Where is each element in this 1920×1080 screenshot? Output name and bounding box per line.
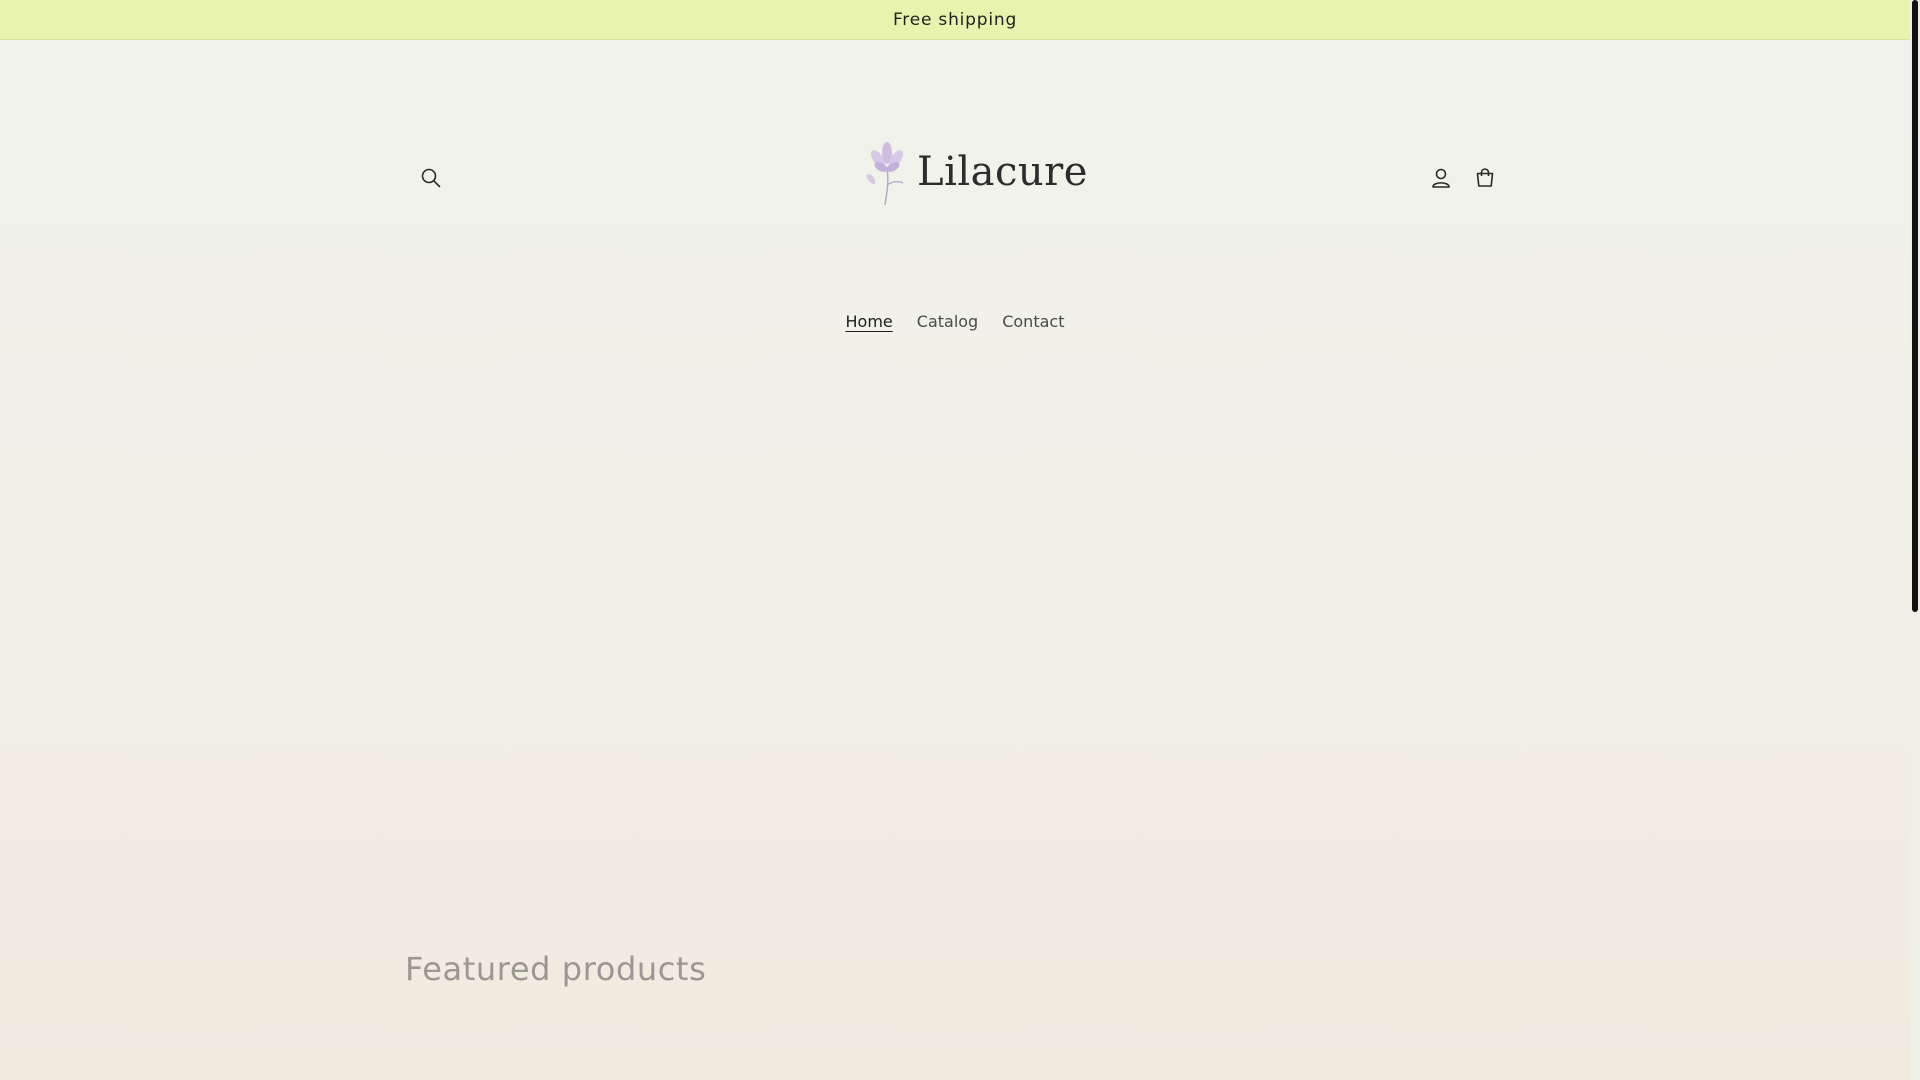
- page-scrollbar[interactable]: [1910, 0, 1920, 1080]
- search-icon: [421, 168, 441, 188]
- announcement-bar: Free shipping: [0, 0, 1910, 40]
- logo-text: Lilacure: [917, 149, 1088, 195]
- account-button[interactable]: [1421, 158, 1461, 198]
- main-navigation: Home Catalog Contact: [0, 312, 1910, 331]
- announcement-text: Free shipping: [892, 9, 1018, 30]
- cart-icon: [1476, 168, 1494, 187]
- scrollbar-thumb[interactable]: [1912, 0, 1918, 612]
- cart-button[interactable]: [1465, 158, 1505, 198]
- nav-item-contact[interactable]: Contact: [1002, 312, 1064, 331]
- lilac-flower-icon: [866, 142, 904, 206]
- site-header: Lilacure: [405, 120, 1500, 230]
- store-logo[interactable]: Lilacure: [865, 132, 1088, 212]
- account-icon: [1432, 168, 1450, 188]
- featured-products-heading: Featured products: [405, 950, 707, 988]
- nav-item-home[interactable]: Home: [846, 312, 893, 331]
- search-button[interactable]: [411, 158, 451, 198]
- storefront-page: Free shipping Lilacure Home Catalog Cont…: [0, 0, 1920, 1080]
- nav-item-catalog[interactable]: Catalog: [917, 312, 978, 331]
